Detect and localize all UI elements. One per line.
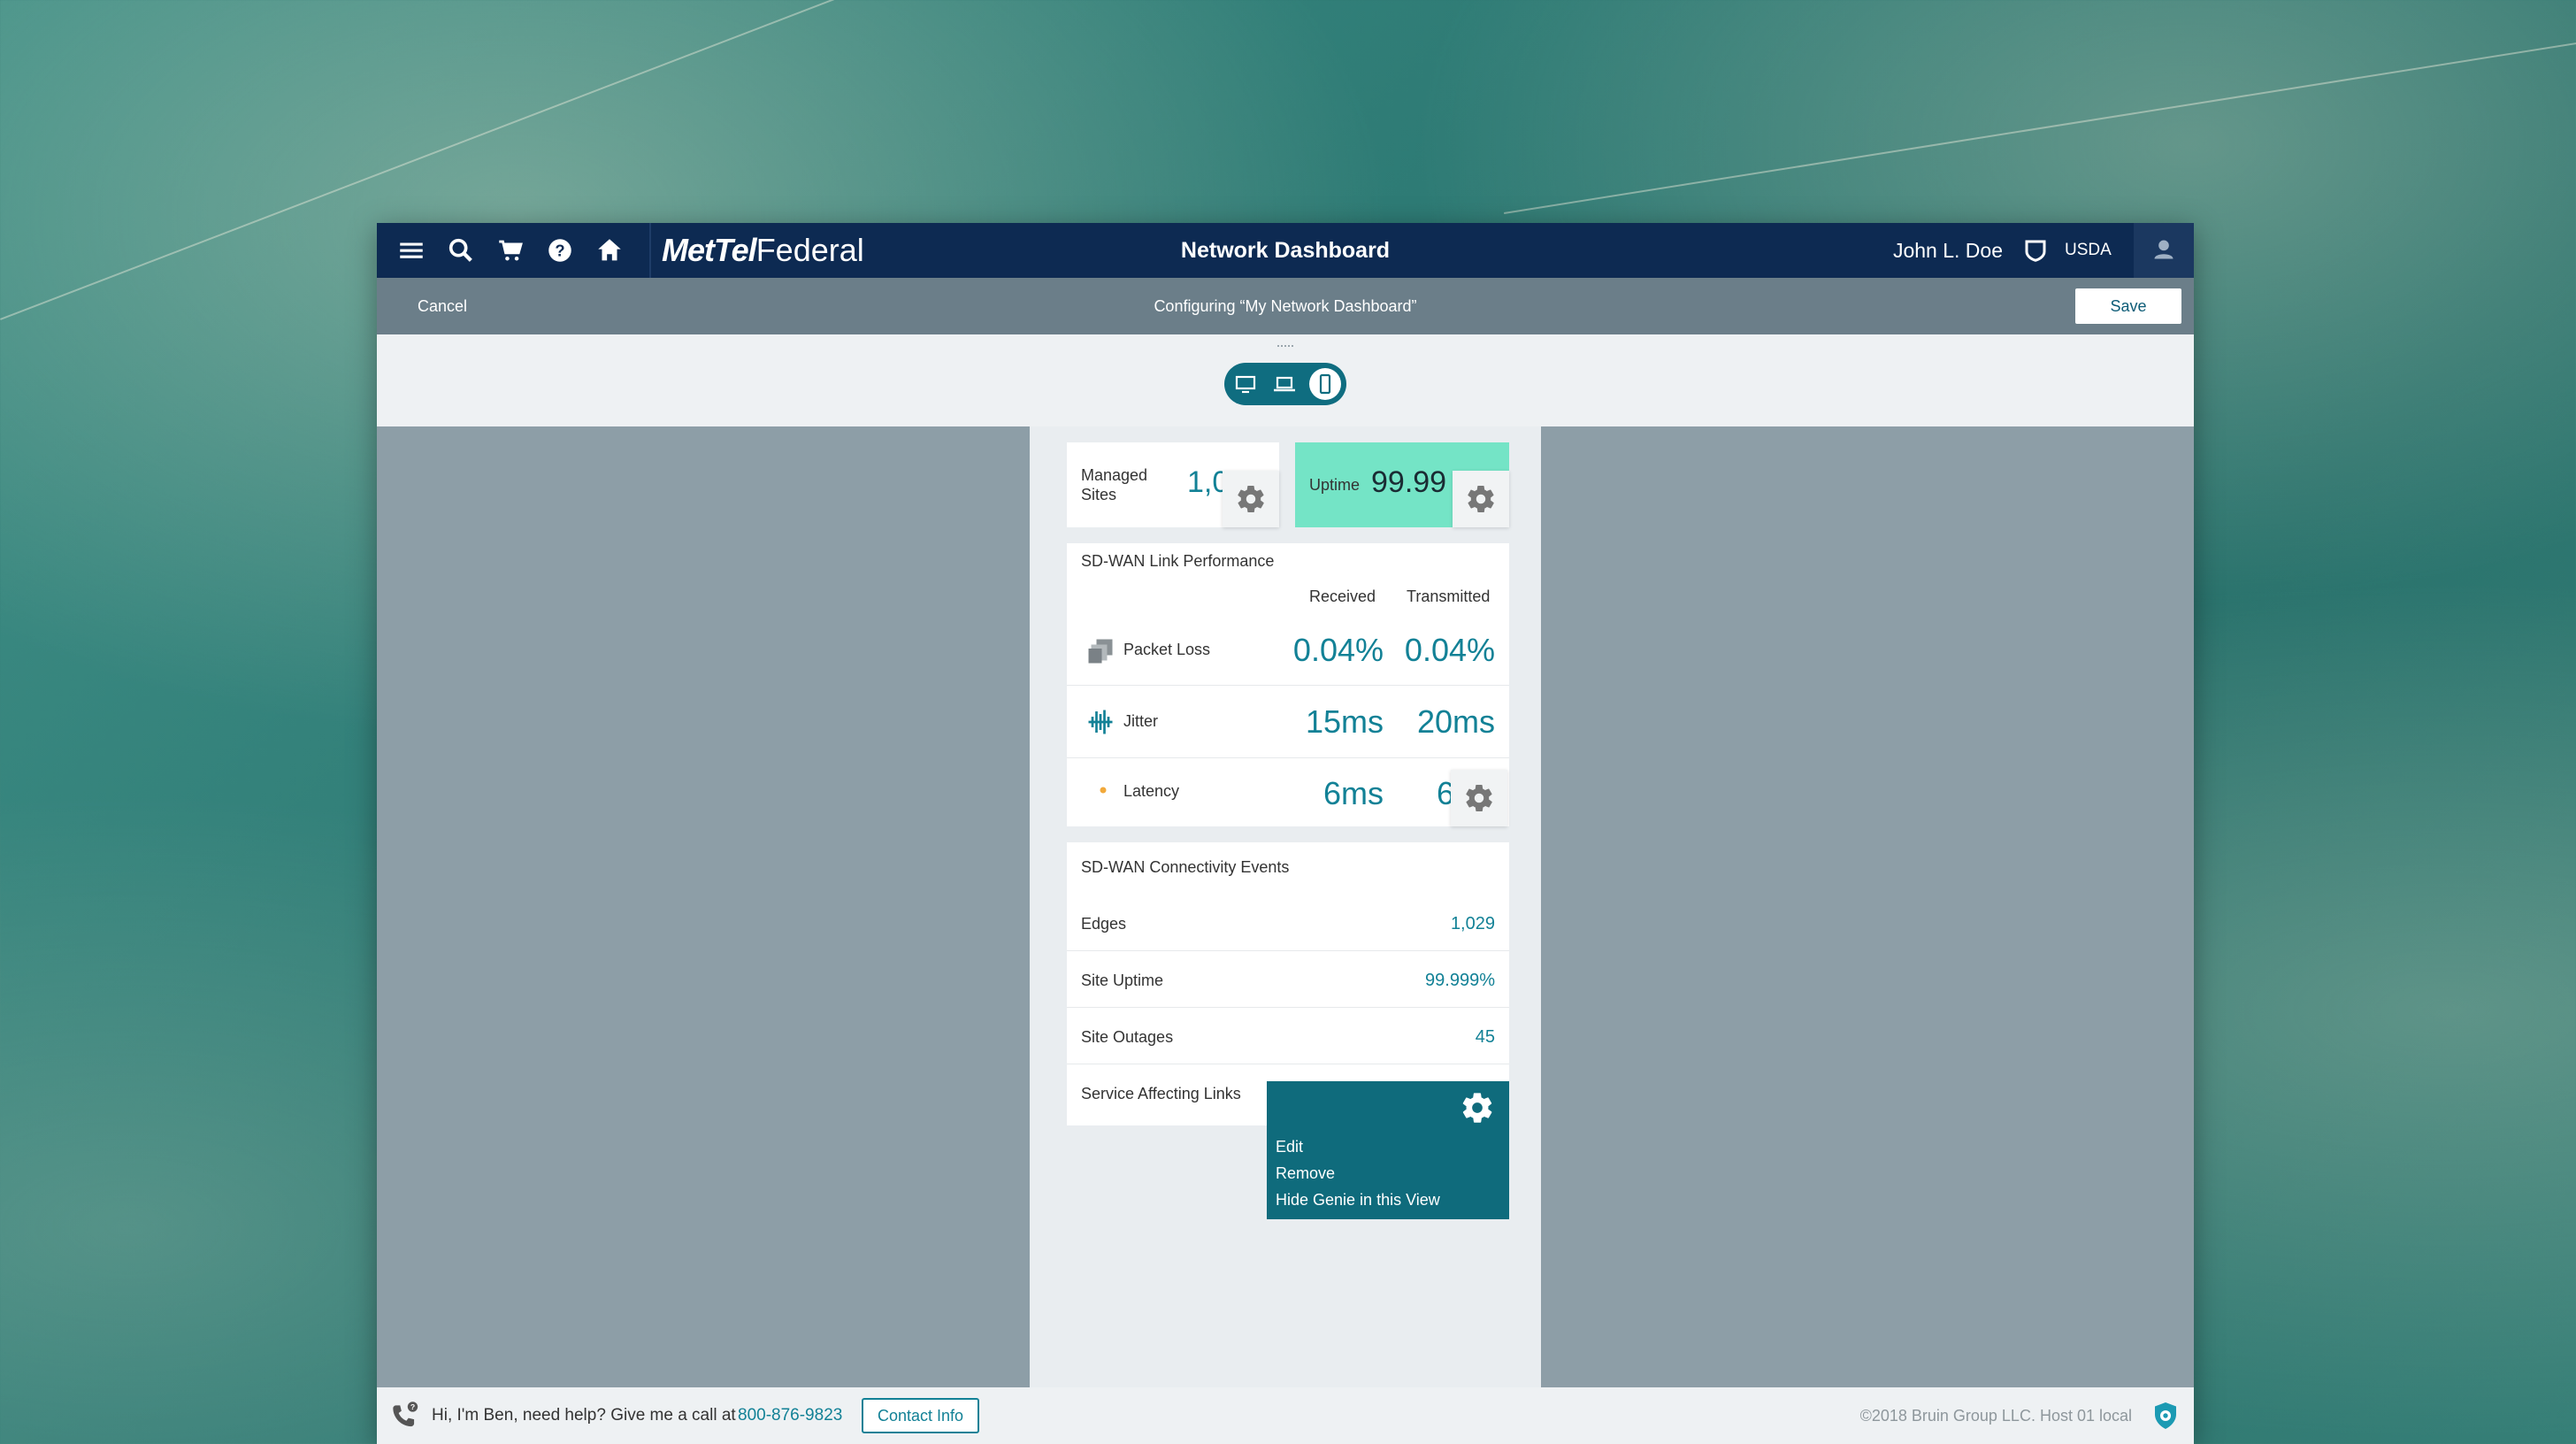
profile-button[interactable] xyxy=(2134,223,2194,278)
jitter-label: Jitter xyxy=(1123,712,1159,730)
latency-label: Latency xyxy=(1123,782,1180,800)
packet-loss-received: 0.04% xyxy=(1292,632,1384,668)
drag-handle[interactable] xyxy=(1277,345,1293,350)
view-toolbar xyxy=(377,334,2194,426)
help-text: Hi, I'm Ben, need help? Give me a call a… xyxy=(432,1406,736,1425)
link-performance-gear-button[interactable] xyxy=(1451,770,1507,826)
copyright-text: ©2018 Bruin Group LLC. Host 01 local xyxy=(1859,1407,2132,1425)
uptime-value: 99.99 xyxy=(1371,465,1447,499)
link-performance-title: SD-WAN Link Performance xyxy=(1081,552,1275,570)
link-performance-card[interactable]: SD-WAN Link Performance Received Transmi… xyxy=(1067,543,1509,826)
latency-received: 6ms xyxy=(1322,775,1384,811)
packet-loss-icon xyxy=(1088,639,1113,664)
edges-value: 1,029 xyxy=(1450,914,1495,933)
managed-sites-label-1: Managed xyxy=(1081,466,1148,484)
gear-icon xyxy=(1468,485,1494,513)
row-separator xyxy=(1067,685,1509,686)
gear-icon xyxy=(1238,485,1264,513)
menu-item-remove[interactable]: Remove xyxy=(1276,1164,1335,1183)
agency-shield-icon xyxy=(2025,240,2046,262)
svg-text:?: ? xyxy=(410,1402,415,1411)
app-window: ? MetTelFederal Network Dashboard John L… xyxy=(377,223,2194,1444)
desktop-view-icon[interactable] xyxy=(1230,368,1261,400)
menu-item-edit[interactable]: Edit xyxy=(1276,1138,1303,1156)
managed-sites-card[interactable]: Managed Sites 1,0 xyxy=(1067,442,1279,527)
managed-sites-label-2: Sites xyxy=(1081,486,1117,503)
widget-context-menu: Edit Remove Hide Genie in this View xyxy=(1267,1081,1509,1219)
menu-item-hide-genie[interactable]: Hide Genie in this View xyxy=(1276,1191,1440,1210)
jitter-received: 15ms xyxy=(1305,703,1384,740)
uptime-card[interactable]: Uptime 99.99 xyxy=(1295,442,1509,527)
user-name[interactable]: John L. Doe xyxy=(1893,223,2003,278)
uptime-gear-button[interactable] xyxy=(1453,471,1509,527)
device-view-toggle xyxy=(1224,363,1346,405)
config-bar: Cancel Configuring “My Network Dashboard… xyxy=(377,278,2194,334)
agency-label[interactable]: USDA xyxy=(2065,223,2112,278)
top-nav-bar: ? MetTelFederal Network Dashboard John L… xyxy=(377,223,2194,278)
connectivity-events-title: SD-WAN Connectivity Events xyxy=(1081,858,1290,876)
site-outages-label: Site Outages xyxy=(1081,1028,1174,1046)
edges-label: Edges xyxy=(1081,915,1127,933)
row-separator xyxy=(1067,757,1509,758)
security-shield-icon[interactable] xyxy=(2150,1400,2181,1432)
save-button[interactable]: Save xyxy=(2075,288,2181,324)
phone-help-icon: ? xyxy=(393,1402,418,1427)
help-footer: ? Hi, I'm Ben, need help? Give me a call… xyxy=(377,1387,2194,1444)
mobile-preview-canvas: Managed Sites 1,0 Uptime 99.99 SD-WAN Li… xyxy=(1030,426,1541,1391)
mobile-view-icon[interactable] xyxy=(1309,368,1341,400)
service-affecting-links-label: Service Affecting Links xyxy=(1081,1085,1241,1102)
uptime-label: Uptime xyxy=(1309,476,1361,494)
latency-dot-icon xyxy=(1100,787,1107,794)
help-phone-link[interactable]: 800-876-9823 xyxy=(738,1387,842,1444)
received-column-header: Received xyxy=(1309,588,1376,605)
jitter-transmitted: 20ms xyxy=(1416,703,1495,740)
configuring-title: Configuring “My Network Dashboard” xyxy=(1154,297,1417,315)
site-uptime-value: 99.999% xyxy=(1425,971,1495,990)
row-separator xyxy=(1067,1007,1509,1008)
transmitted-column-header: Transmitted xyxy=(1407,588,1491,605)
background-line xyxy=(1504,32,2576,214)
contact-info-button[interactable]: Contact Info xyxy=(862,1398,980,1433)
site-uptime-label: Site Uptime xyxy=(1081,972,1164,989)
packet-loss-transmitted: 0.04% xyxy=(1404,632,1495,668)
row-separator xyxy=(1067,950,1509,951)
site-outages-value: 45 xyxy=(1475,1027,1495,1047)
laptop-view-icon[interactable] xyxy=(1269,368,1300,400)
jitter-waveform-icon xyxy=(1088,710,1113,734)
managed-sites-gear-button[interactable] xyxy=(1223,471,1279,527)
gear-icon xyxy=(1466,784,1492,812)
user-icon xyxy=(2154,240,2174,259)
gear-icon[interactable] xyxy=(1460,1090,1495,1125)
packet-loss-label: Packet Loss xyxy=(1123,641,1211,658)
